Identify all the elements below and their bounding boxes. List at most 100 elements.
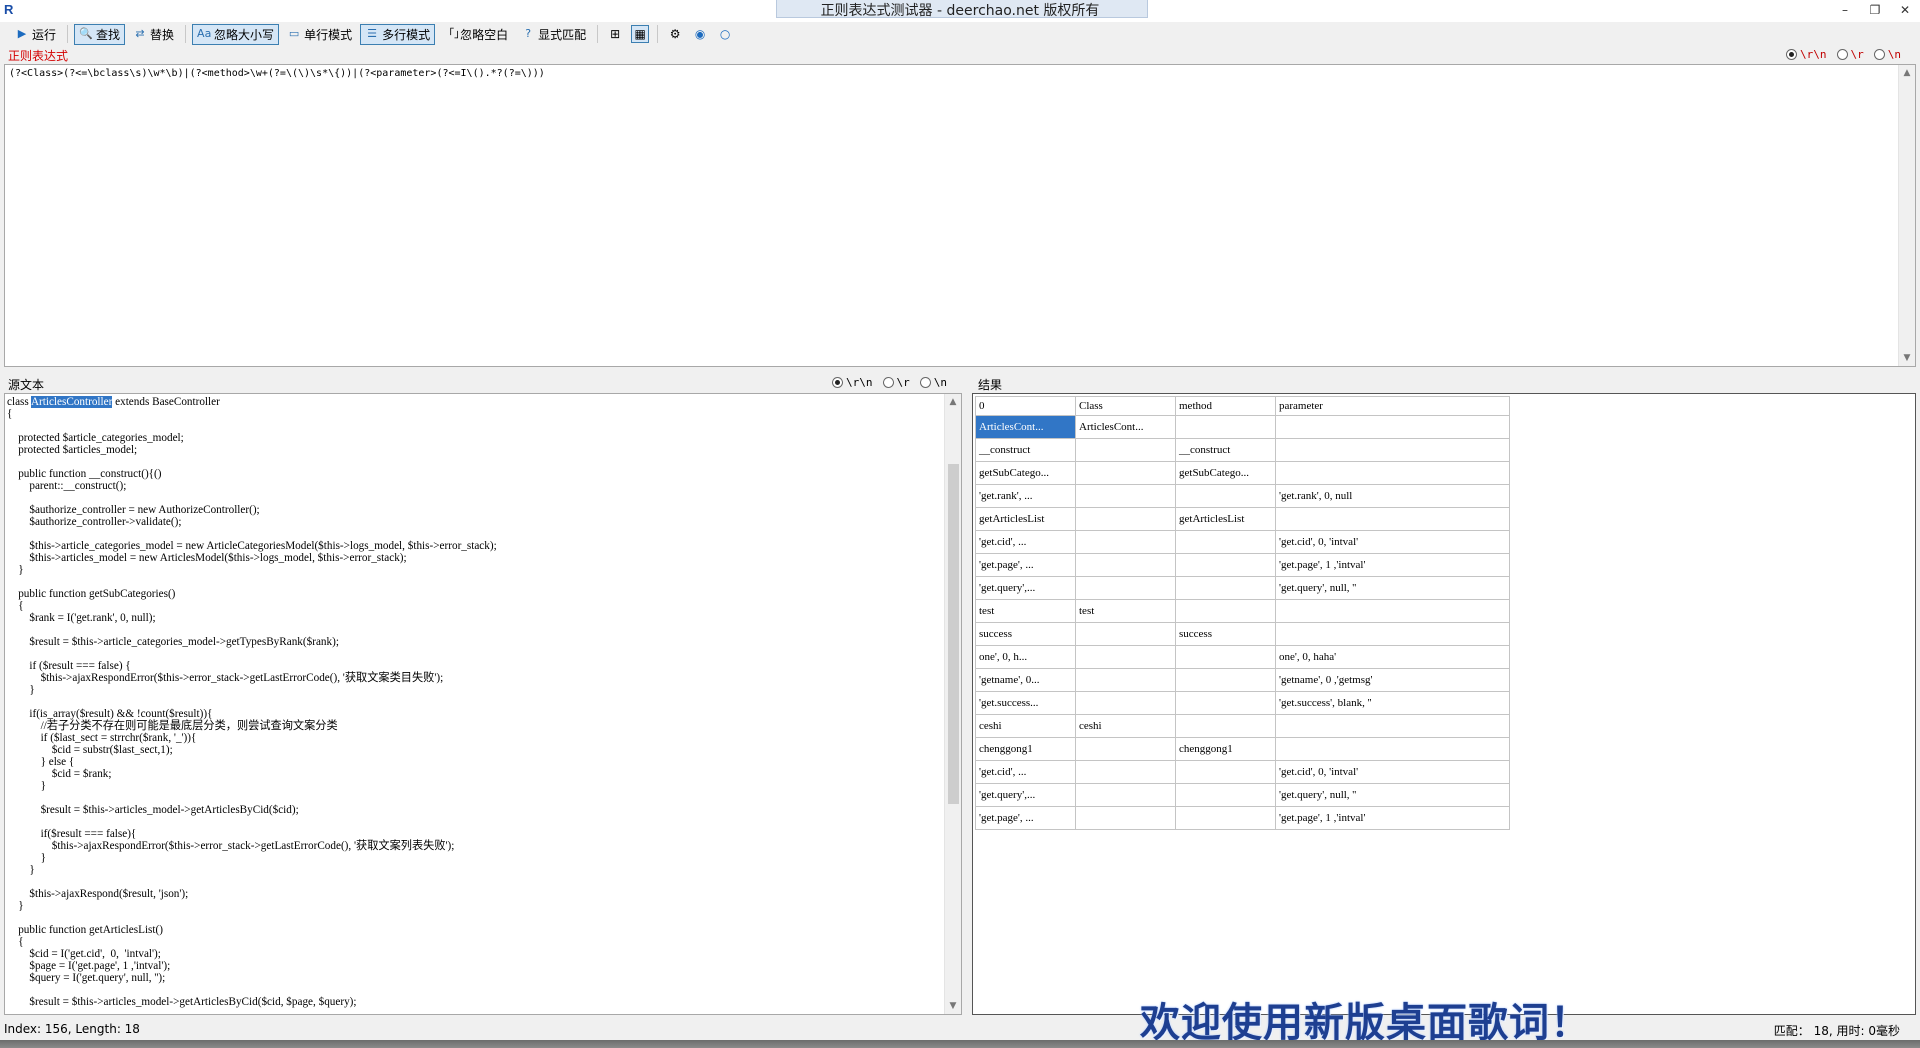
table-cell[interactable] <box>1175 530 1276 554</box>
table-cell[interactable] <box>1175 576 1276 600</box>
table-cell[interactable] <box>1075 553 1176 577</box>
table-cell[interactable] <box>1275 415 1510 439</box>
ignore-whitespace-button[interactable]: 「」 忽略空白 <box>438 24 513 45</box>
table-row[interactable]: 'get.cid', ... 'get.cid', 0, 'intval' <box>975 530 1510 554</box>
table-cell[interactable] <box>1075 645 1176 669</box>
ignore-case-button[interactable]: Aa 忽略大小写 <box>192 23 280 45</box>
minimize-button[interactable]: – <box>1830 0 1860 20</box>
scroll-down-icon[interactable]: ▼ <box>1899 350 1915 366</box>
table-cell[interactable] <box>1075 691 1176 715</box>
table-cell[interactable]: 'get.rank', ... <box>975 484 1076 508</box>
table-cell[interactable]: 'get.query',... <box>975 576 1076 600</box>
restore-button[interactable]: ❐ <box>1860 0 1890 20</box>
table-cell[interactable]: getSubCatego... <box>975 461 1076 485</box>
table-cell[interactable] <box>1075 760 1176 784</box>
table-cell[interactable] <box>1175 714 1276 738</box>
column-header[interactable]: parameter <box>1275 396 1510 416</box>
table-cell[interactable]: test <box>975 599 1076 623</box>
table-row[interactable]: getArticlesList getArticlesList <box>975 507 1510 531</box>
table-cell[interactable]: getArticlesList <box>975 507 1076 531</box>
table-cell[interactable] <box>1075 668 1176 692</box>
table-cell[interactable] <box>1175 415 1276 439</box>
column-header[interactable]: 0 <box>975 396 1076 416</box>
table-cell[interactable]: 'get.success... <box>975 691 1076 715</box>
table-row[interactable]: 'get.success... 'get.success', blank, '' <box>975 691 1510 715</box>
settings-icon[interactable]: ⚙ <box>666 25 684 43</box>
table-row[interactable]: 'get.page', ... 'get.page', 1 ,'intval' <box>975 553 1510 577</box>
tree-view-icon[interactable]: ⊞ <box>606 25 624 43</box>
table-row[interactable]: ArticlesCont... ArticlesCont... <box>975 415 1510 439</box>
scroll-up-icon[interactable]: ▲ <box>1899 65 1915 81</box>
table-row[interactable]: ceshi ceshi <box>975 714 1510 738</box>
table-cell[interactable] <box>1175 599 1276 623</box>
table-cell[interactable]: ceshi <box>1075 714 1176 738</box>
table-cell[interactable]: one', 0, haha' <box>1275 645 1510 669</box>
table-cell[interactable]: getSubCatego... <box>1175 461 1276 485</box>
table-cell[interactable] <box>1075 737 1176 761</box>
table-cell[interactable] <box>1175 691 1276 715</box>
about-icon[interactable]: ○ <box>716 25 734 43</box>
table-cell[interactable] <box>1275 599 1510 623</box>
help-icon[interactable]: ◉ <box>691 25 709 43</box>
table-row[interactable]: chenggong1 chenggong1 <box>975 737 1510 761</box>
table-cell[interactable] <box>1075 576 1176 600</box>
regex-newline-cr[interactable]: \r <box>1836 48 1864 61</box>
table-cell[interactable]: 'get.query', null, '' <box>1275 783 1510 807</box>
explicit-capture-button[interactable]: ? 显式匹配 <box>516 24 591 45</box>
table-row[interactable]: test test <box>975 599 1510 623</box>
table-cell[interactable] <box>1075 622 1176 646</box>
table-cell[interactable] <box>1175 760 1276 784</box>
table-cell[interactable] <box>1175 783 1276 807</box>
table-cell[interactable]: 'get.page', 1 ,'intval' <box>1275 553 1510 577</box>
table-row[interactable]: 'getname', 0... 'getname', 0 ,'getmsg' <box>975 668 1510 692</box>
table-cell[interactable]: 'get.page', ... <box>975 806 1076 830</box>
table-cell[interactable]: 'get.query',... <box>975 783 1076 807</box>
table-row[interactable]: 'get.cid', ... 'get.cid', 0, 'intval' <box>975 760 1510 784</box>
table-cell[interactable]: one', 0, h... <box>975 645 1076 669</box>
table-cell[interactable] <box>1075 530 1176 554</box>
table-cell[interactable]: 'get.page', 1 ,'intval' <box>1275 806 1510 830</box>
table-cell[interactable] <box>1275 438 1510 462</box>
table-view-icon[interactable]: ▦ <box>631 25 650 43</box>
table-cell[interactable]: 'get.cid', ... <box>975 530 1076 554</box>
table-cell[interactable]: getArticlesList <box>1175 507 1276 531</box>
table-cell[interactable] <box>1275 507 1510 531</box>
table-cell[interactable]: 'get.query', null, '' <box>1275 576 1510 600</box>
table-row[interactable]: 'get.page', ... 'get.page', 1 ,'intval' <box>975 806 1510 830</box>
column-header[interactable]: Class <box>1075 396 1176 416</box>
find-button[interactable]: 🔍 查找 <box>74 23 126 45</box>
table-row[interactable]: 'get.query',... 'get.query', null, '' <box>975 576 1510 600</box>
table-cell[interactable]: 'getname', 0 ,'getmsg' <box>1275 668 1510 692</box>
replace-button[interactable]: ⇄ 替换 <box>128 24 179 45</box>
regex-input[interactable]: (?<Class>(?<=\bclass\s)\w*\b)|(?<method>… <box>4 64 1916 367</box>
table-cell[interactable] <box>1275 737 1510 761</box>
source-newline-cr[interactable]: \r <box>882 376 910 389</box>
source-newline-lf[interactable]: \n <box>919 376 947 389</box>
table-cell[interactable] <box>1075 783 1176 807</box>
table-cell[interactable] <box>1275 714 1510 738</box>
table-cell[interactable]: 'getname', 0... <box>975 668 1076 692</box>
scroll-down-icon[interactable]: ▼ <box>945 998 961 1014</box>
table-cell[interactable] <box>1275 622 1510 646</box>
regex-newline-lf[interactable]: \n <box>1873 48 1901 61</box>
table-cell[interactable] <box>1175 806 1276 830</box>
regex-scrollbar[interactable]: ▲ ▼ <box>1898 65 1915 366</box>
table-cell[interactable]: chenggong1 <box>975 737 1076 761</box>
table-row[interactable]: getSubCatego... getSubCatego... <box>975 461 1510 485</box>
table-cell[interactable] <box>1175 668 1276 692</box>
table-row[interactable]: 'get.query',... 'get.query', null, '' <box>975 783 1510 807</box>
table-cell[interactable] <box>1075 484 1176 508</box>
table-cell[interactable]: success <box>975 622 1076 646</box>
source-text-editor[interactable]: class ArticlesController extends BaseCon… <box>4 393 962 1015</box>
close-button[interactable]: ✕ <box>1890 0 1920 20</box>
table-cell[interactable] <box>1075 507 1176 531</box>
table-cell[interactable] <box>1275 461 1510 485</box>
table-cell[interactable] <box>1075 438 1176 462</box>
table-cell[interactable] <box>1175 645 1276 669</box>
table-row[interactable]: one', 0, h... one', 0, haha' <box>975 645 1510 669</box>
table-cell[interactable] <box>1075 461 1176 485</box>
column-header[interactable]: method <box>1175 396 1276 416</box>
table-row[interactable]: success success <box>975 622 1510 646</box>
table-cell[interactable]: success <box>1175 622 1276 646</box>
scroll-thumb[interactable] <box>948 464 959 804</box>
